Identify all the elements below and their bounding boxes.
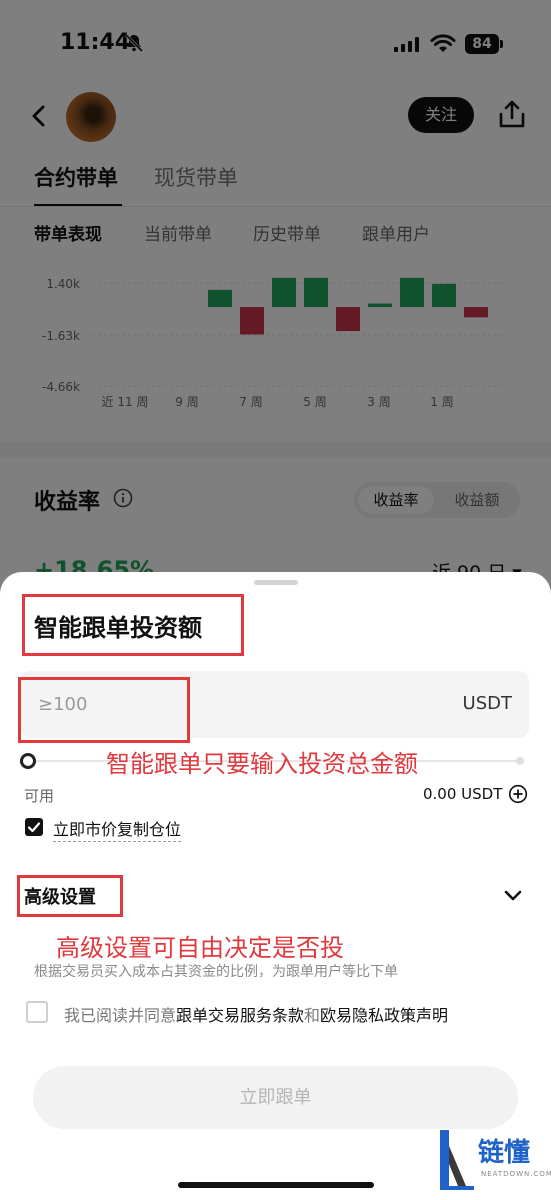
chevron-down-icon[interactable] xyxy=(502,884,524,906)
available-label: 可用 xyxy=(24,787,55,805)
privacy-link[interactable]: 欧易隐私政策声明 xyxy=(320,1006,448,1025)
watermark-subtext: NEATDOWN.COM xyxy=(481,1170,551,1178)
checkmark-icon xyxy=(27,822,41,833)
highlight-box-input xyxy=(18,677,190,743)
sheet-grabber[interactable] xyxy=(254,580,298,585)
copy-now-button[interactable]: 立即跟单 xyxy=(33,1066,518,1129)
annotation-advanced-note: 高级设置可自由决定是否投 xyxy=(56,934,344,962)
slider-end-dot xyxy=(516,757,524,765)
highlight-box-advanced xyxy=(17,875,123,917)
amount-slider-thumb[interactable] xyxy=(20,753,36,769)
advanced-settings-description: 根据交易员买入成本占其资金的比例，为跟单用户等比下单 xyxy=(34,964,398,980)
available-value: 0.00 USDT xyxy=(423,785,503,803)
highlight-box-title xyxy=(22,594,244,656)
add-funds-icon[interactable] xyxy=(508,784,528,804)
copy-trade-sheet: 智能跟单投资额 USDT 智能跟单只要输入投资总金额 可用 0.00 USDT … xyxy=(0,572,551,1200)
unit-label: USDT xyxy=(462,693,512,714)
agreement-checkbox[interactable] xyxy=(26,1001,48,1023)
watermark-text: 链懂 xyxy=(478,1138,531,1168)
home-indicator xyxy=(178,1182,374,1188)
terms-link[interactable]: 跟单交易服务条款 xyxy=(176,1006,304,1025)
copy-position-label[interactable]: 立即市价复制仓位 xyxy=(53,816,182,842)
copy-position-checkbox[interactable] xyxy=(25,818,43,836)
agreement-prefix: 我已阅读并同意 xyxy=(64,1006,177,1025)
agreement-and: 和 xyxy=(304,1006,321,1025)
watermark-logo-icon xyxy=(440,1130,474,1190)
annotation-amount-note: 智能跟单只要输入投资总金额 xyxy=(106,750,418,778)
agreement-text: 我已阅读并同意跟单交易服务条款和欧易隐私政策声明 xyxy=(64,1002,448,1026)
